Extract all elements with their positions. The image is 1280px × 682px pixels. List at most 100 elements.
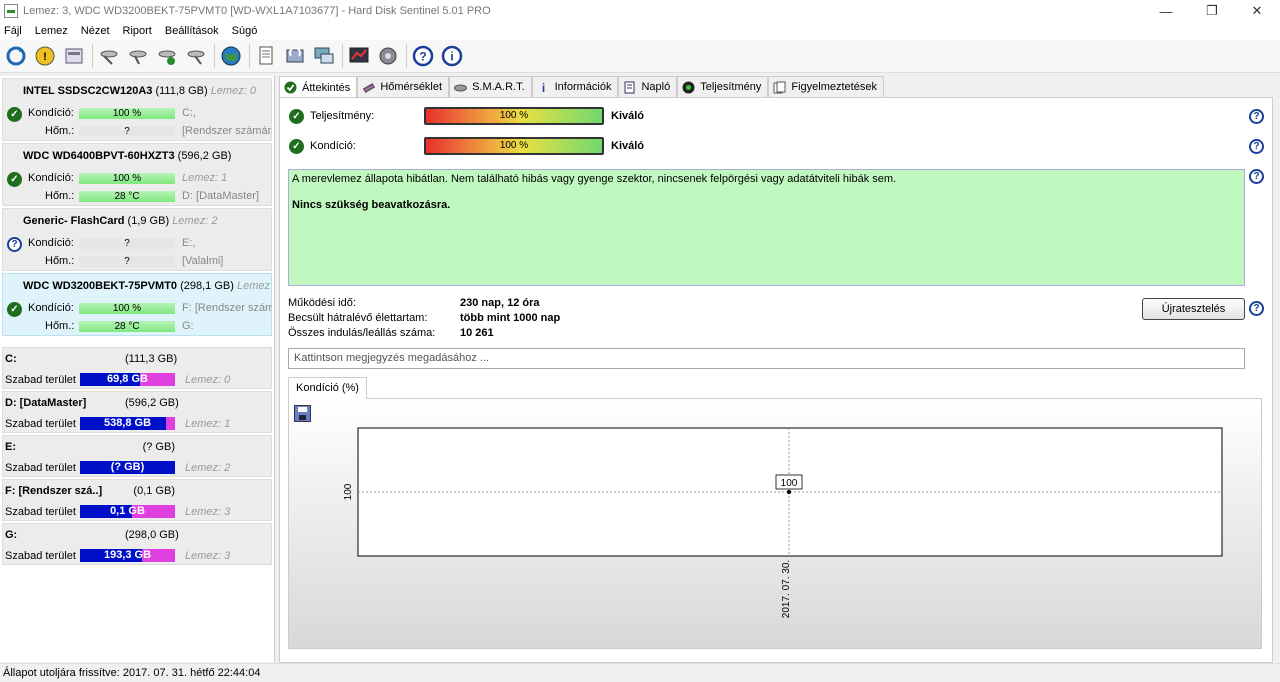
toolbar-separator (214, 44, 215, 68)
stat-value: 230 nap, 12 óra (460, 297, 540, 309)
status-message: A merevlemez állapota hibátlan. Nem talá… (292, 173, 897, 185)
disk-tool-2-icon[interactable] (126, 44, 150, 68)
minimize-button[interactable]: — (1143, 0, 1189, 22)
menu-bar: Fájl Lemez Nézet Riport Beállítások Súgó (0, 22, 1280, 40)
free-space-label: Szabad terület (5, 462, 76, 474)
window-title: Lemez: 3, WDC WD3200BEKT-75PVMT0 [WD-WXL… (23, 5, 491, 17)
close-button[interactable]: ✕ (1234, 0, 1280, 22)
volume-disk-index: Lemez: 3 (185, 550, 231, 562)
stat-label: Becsült hátralévő élettartam: (288, 312, 428, 324)
tab-overview[interactable]: Áttekintés (279, 76, 358, 98)
data-point (787, 490, 791, 494)
disk-icon[interactable] (62, 44, 86, 68)
disk-name: Generic- FlashCard (23, 215, 125, 227)
disk-size: (298,1 GB) (180, 280, 234, 292)
network-icon[interactable] (312, 44, 336, 68)
disk-info: [Rendszer számára (182, 125, 272, 137)
send-icon[interactable] (283, 44, 307, 68)
overview-panel: ✓ Teljesítmény: 100 % Kiváló ? ✓ Kondíci… (279, 97, 1273, 663)
disk-size: (1,9 GB) (127, 215, 170, 227)
help-icon[interactable]: ? (411, 44, 435, 68)
status-message-box: A merevlemez állapota hibátlan. Nem talá… (288, 169, 1245, 286)
help-icon[interactable]: ? (1249, 139, 1264, 154)
disk-info: E:, (182, 237, 196, 249)
menu-help[interactable]: Súgó (232, 25, 258, 37)
stat-row: Működési idő: 230 nap, 12 óra (288, 297, 560, 312)
volume-name: F: [Rendszer szá..] (5, 485, 103, 497)
disk-name: INTEL SSDSC2CW120A3 (23, 85, 153, 97)
stat-row: Összes indulás/leállás száma: 10 261 (288, 327, 560, 342)
tab-performance[interactable]: Teljesítmény (677, 76, 769, 97)
volume-name: E: (5, 441, 16, 453)
maximize-button[interactable]: ❐ (1189, 0, 1235, 22)
toolbar-separator (249, 44, 250, 68)
tab-alerts[interactable]: Figyelmeztetések (768, 76, 884, 97)
disk-index: Lemez (236, 280, 271, 292)
log-icon (623, 81, 636, 94)
svg-text:i: i (450, 50, 453, 64)
tab-label: Információk (554, 81, 612, 93)
free-space-label: Szabad terület (5, 506, 76, 518)
volume-size: (596,2 GB) (125, 397, 179, 409)
disk-tool-1-icon[interactable] (97, 44, 121, 68)
thermometer-icon (362, 81, 376, 94)
condition-label: Kondíció: (28, 237, 74, 249)
volume-item[interactable]: G: (298,0 GB) Szabad terület 193,3 GB Le… (2, 523, 272, 565)
disk-list-panel: INTEL SSDSC2CW120A3 (111,8 GB) Lemez: 0 … (0, 76, 275, 662)
tab-smart[interactable]: S.M.A.R.T. (449, 76, 532, 97)
volume-item[interactable]: E: (? GB) Szabad terület (? GB) Lemez: 2 (2, 435, 272, 477)
note-input[interactable]: Kattintson megjegyzés megadásához ... (288, 348, 1245, 369)
volume-size: (298,0 GB) (125, 529, 179, 541)
condition-bar: 100 % (424, 137, 604, 155)
disk-item[interactable]: INTEL SSDSC2CW120A3 (111,8 GB) Lemez: 0 … (2, 78, 272, 141)
volume-item[interactable]: C: (111,3 GB) Szabad terület 69,8 GB Lem… (2, 347, 272, 389)
performance-rating: Kiváló (611, 110, 645, 122)
retest-button[interactable]: Újratesztelés (1142, 298, 1245, 320)
svg-text:!: ! (43, 51, 47, 63)
menu-view[interactable]: Nézet (81, 25, 110, 37)
menu-report[interactable]: Riport (123, 25, 152, 37)
disk-size: (596,2 GB) (177, 150, 232, 162)
volume-item[interactable]: F: [Rendszer szá..] (0,1 GB) Szabad terü… (2, 479, 272, 521)
tab-log[interactable]: Napló (618, 76, 678, 97)
free-space-bar: 69,8 GB (80, 373, 175, 386)
volume-size: (0,1 GB) (133, 485, 175, 497)
help-icon[interactable]: ? (1249, 169, 1264, 184)
disk-item[interactable]: Generic- FlashCard (1,9 GB) Lemez: 2 ? K… (2, 208, 272, 271)
toolbar-separator (342, 44, 343, 68)
help-icon[interactable]: ? (1249, 301, 1264, 316)
performance-label: Teljesítmény: (310, 110, 375, 122)
condition-bar: 100 % (79, 173, 175, 184)
disk-info: C:, (182, 107, 197, 119)
warning-icon[interactable]: ! (33, 44, 57, 68)
tab-label: Napló (641, 81, 671, 93)
tab-information[interactable]: i Információk (531, 76, 619, 97)
settings-icon[interactable] (376, 44, 400, 68)
graph-tab-condition[interactable]: Kondíció (%) (288, 377, 367, 399)
menu-file[interactable]: Fájl (4, 25, 22, 37)
tab-temperature[interactable]: Hőmérséklet (357, 76, 450, 97)
help-icon[interactable]: ? (1249, 109, 1264, 124)
disk-tool-3-icon[interactable] (155, 44, 179, 68)
report-icon[interactable] (254, 44, 278, 68)
menu-settings[interactable]: Beállítások (165, 25, 219, 37)
disk-tool-4-icon[interactable] (184, 44, 208, 68)
toolbar: ! ? i (0, 40, 1280, 73)
disk-name: WDC WD3200BEKT-75PVMT0 (23, 280, 178, 292)
refresh-icon[interactable] (4, 44, 28, 68)
chart-icon[interactable] (347, 44, 371, 68)
disk-item-selected[interactable]: WDC WD3200BEKT-75PVMT0 (298,1 GB) Lemez … (2, 273, 272, 336)
tab-label: S.M.A.R.T. (472, 81, 525, 93)
menu-disk[interactable]: Lemez (35, 25, 68, 37)
disk-item[interactable]: WDC WD6400BPVT-60HXZT3 (596,2 GB) ✓ Kond… (2, 143, 272, 206)
globe-icon[interactable] (219, 44, 243, 68)
ok-check-icon: ✓ (289, 109, 304, 124)
volume-size: (? GB) (142, 441, 175, 453)
tab-label: Hőmérséklet (380, 81, 443, 93)
volume-disk-index: Lemez: 0 (185, 374, 231, 386)
temperature-bar: ? (79, 256, 175, 267)
volume-item[interactable]: D: [DataMaster] (596,2 GB) Szabad terüle… (2, 391, 272, 433)
condition-graph: 100 100 2017. 07. 30. (288, 398, 1262, 649)
info-icon[interactable]: i (440, 44, 464, 68)
x-tick-label: 2017. 07. 30. (781, 560, 792, 618)
